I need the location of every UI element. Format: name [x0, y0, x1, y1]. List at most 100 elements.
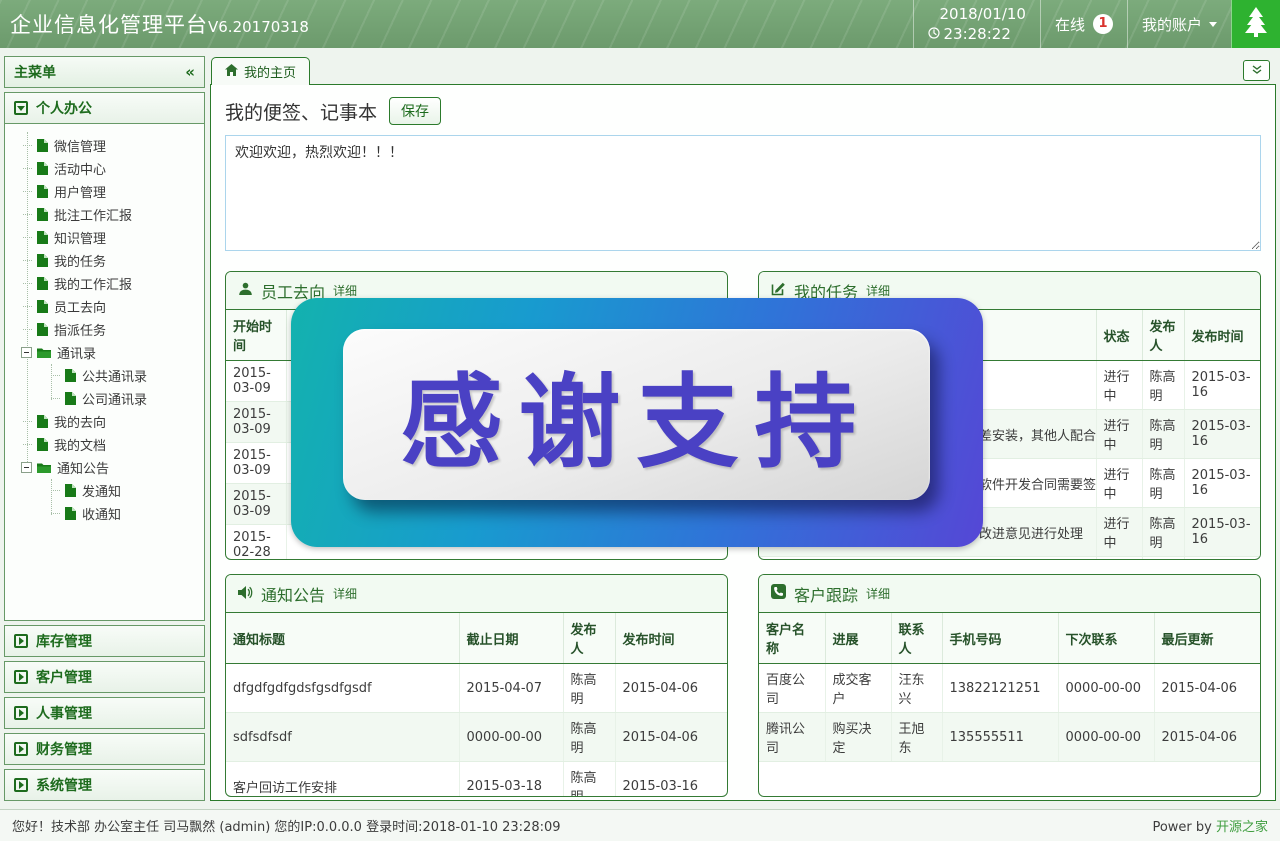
sidebar-item-my-documents[interactable]: 我的文档	[23, 433, 200, 456]
sidebar-item-activity-center[interactable]: 活动中心	[23, 157, 200, 180]
document-icon	[37, 438, 48, 451]
sidebar-item-employee-whereabouts[interactable]: 员工去向	[23, 295, 200, 318]
speaker-icon	[238, 584, 253, 603]
document-icon	[37, 254, 48, 267]
document-icon	[37, 231, 48, 244]
column-header: 客户名称	[759, 613, 825, 664]
table-row: sdfsdfsdf0000-00-00陈高明2015-04-06	[226, 713, 727, 762]
column-header: 进展	[825, 613, 891, 664]
sidebar-item-contacts-folder[interactable]: 通讯录	[23, 341, 200, 364]
sidebar-item-my-tasks[interactable]: 我的任务	[23, 249, 200, 272]
account-menu[interactable]: 我的账户	[1127, 0, 1231, 48]
column-header: 开始时间	[226, 310, 286, 361]
thanks-overlay-image: 感谢支持	[291, 298, 983, 547]
sidebar-item-assign-tasks[interactable]: 指派任务	[23, 318, 200, 341]
whereabouts-detail-link[interactable]: 详细	[333, 282, 357, 299]
sidebar-item-my-work-report[interactable]: 我的工作汇报	[23, 272, 200, 295]
page: 企业信息化管理平台V6.20170318 2018/01/10 23:28:22…	[0, 0, 1280, 841]
sidebar-item-company-contacts[interactable]: 公司通讯录	[47, 387, 200, 410]
sidebar-section-inventory[interactable]: 库存管理	[4, 625, 205, 657]
tab-list-button[interactable]	[1243, 60, 1270, 81]
double-chevron-down-icon	[1251, 61, 1263, 80]
sidebar-item-send-notice[interactable]: 发通知	[47, 479, 200, 502]
sidebar-section-hr[interactable]: 人事管理	[4, 697, 205, 729]
document-icon	[37, 139, 48, 152]
column-header: 手机号码	[942, 613, 1058, 664]
online-users-menu[interactable]: 在线 1	[1040, 0, 1127, 48]
collapse-minus-box[interactable]	[21, 347, 32, 358]
online-count-badge: 1	[1093, 14, 1113, 34]
sidebar-section-system[interactable]: 系统管理	[4, 769, 205, 801]
collapse-minus-box[interactable]	[21, 462, 32, 473]
sidebar-section-finance[interactable]: 财务管理	[4, 733, 205, 765]
column-header: 下次联系	[1058, 613, 1154, 664]
table-row: 客户回访工作安排2015-03-18陈高明2015-03-16	[226, 762, 727, 798]
datetime-display: 2018/01/10 23:28:22	[913, 0, 1040, 48]
brand-link[interactable]: 开源之家	[1216, 820, 1268, 835]
notes-title: 我的便签、记事本	[225, 98, 377, 125]
document-icon	[65, 369, 76, 382]
header-right: 2018/01/10 23:28:22 在线 1 我的账户	[913, 0, 1280, 48]
clock-icon	[928, 25, 940, 43]
arrow-box-down-icon	[14, 101, 28, 115]
tasks-detail-link[interactable]: 详细	[866, 282, 890, 299]
theme-tree-button[interactable]	[1231, 0, 1280, 48]
customers-detail-link[interactable]: 详细	[866, 585, 890, 602]
arrow-box-right-icon	[14, 742, 28, 756]
document-icon	[65, 392, 76, 405]
thanks-keycap: 感谢支持	[343, 329, 930, 500]
sidebar-item-user-mgmt[interactable]: 用户管理	[23, 180, 200, 203]
panel-header: 通知公告 详细	[226, 575, 727, 613]
powered-by: Power by 开源之家	[1152, 816, 1268, 835]
phone-icon	[771, 584, 786, 603]
document-icon	[65, 484, 76, 497]
panel-header: 客户跟踪 详细	[759, 575, 1260, 613]
sidebar: 主菜单 « 个人办公 微信管理 活动中心 用户管理 批注工作汇报 知识管理 我的…	[4, 56, 205, 801]
time-text: 23:28:22	[944, 25, 1011, 43]
panel-title: 客户跟踪	[794, 582, 858, 606]
sidebar-section-personal-office[interactable]: 个人办公	[4, 92, 205, 124]
sidebar-header: 主菜单 «	[4, 56, 205, 88]
panel-title: 通知公告	[261, 582, 325, 606]
save-button[interactable]: 保存	[389, 97, 441, 125]
sidebar-item-my-whereabouts[interactable]: 我的去向	[23, 410, 200, 433]
notices-detail-link[interactable]: 详细	[333, 585, 357, 602]
sidebar-item-public-contacts[interactable]: 公共通讯录	[47, 364, 200, 387]
notes-textarea[interactable]: 欢迎欢迎，热烈欢迎！！！	[225, 135, 1261, 251]
table-row: 需要服务已完成陈高明2015-03-08	[759, 557, 1260, 561]
folder-icon	[37, 347, 51, 358]
sidebar-item-knowledge-mgmt[interactable]: 知识管理	[23, 226, 200, 249]
column-header: 发布时间	[615, 613, 727, 664]
sidebar-item-receive-notice[interactable]: 收通知	[47, 502, 200, 525]
sidebar-item-annotate-report[interactable]: 批注工作汇报	[23, 203, 200, 226]
document-icon	[37, 277, 48, 290]
app-header: 企业信息化管理平台V6.20170318 2018/01/10 23:28:22…	[0, 0, 1280, 48]
document-icon	[37, 185, 48, 198]
arrow-box-right-icon	[14, 670, 28, 684]
contacts-children: 公共通讯录 公司通讯录	[47, 364, 200, 410]
table-row: 腾讯公司购买决定王旭东1355555110000-00-002015-04-06	[759, 713, 1260, 762]
home-icon	[225, 64, 238, 80]
document-icon	[37, 323, 48, 336]
arrow-box-right-icon	[14, 706, 28, 720]
column-header: 截止日期	[459, 613, 563, 664]
panel-customer-tracking: 客户跟踪 详细 客户名称 进展 联系人 手机号码 下次联系 最后更新	[758, 574, 1261, 797]
sidebar-item-wechat-mgmt[interactable]: 微信管理	[23, 134, 200, 157]
document-icon	[37, 208, 48, 221]
tab-my-homepage[interactable]: 我的主页	[211, 57, 310, 85]
document-icon	[65, 507, 76, 520]
panel-notices: 通知公告 详细 通知标题 截止日期 发布人 发布时间 dfgdfgdf	[225, 574, 728, 797]
table-row: dfgdfgdfgdsfgsdfgsdf2015-04-07陈高明2015-04…	[226, 664, 727, 713]
date-text: 2018/01/10	[928, 5, 1026, 23]
sidebar-item-notice-folder[interactable]: 通知公告	[23, 456, 200, 479]
status-bar: 您好！技术部 办公室主任 司马飘然 (admin) 您的IP:0.0.0.0 登…	[0, 809, 1280, 841]
column-header: 最后更新	[1154, 613, 1260, 664]
column-header: 联系人	[891, 613, 942, 664]
sidebar-title: 主菜单	[14, 62, 56, 82]
chevron-down-icon	[1209, 22, 1217, 27]
app-version: V6.20170318	[208, 18, 309, 36]
collapse-sidebar-button[interactable]: «	[185, 63, 195, 81]
section-label: 个人办公	[36, 98, 92, 118]
online-label: 在线	[1055, 14, 1085, 35]
sidebar-section-customer[interactable]: 客户管理	[4, 661, 205, 693]
